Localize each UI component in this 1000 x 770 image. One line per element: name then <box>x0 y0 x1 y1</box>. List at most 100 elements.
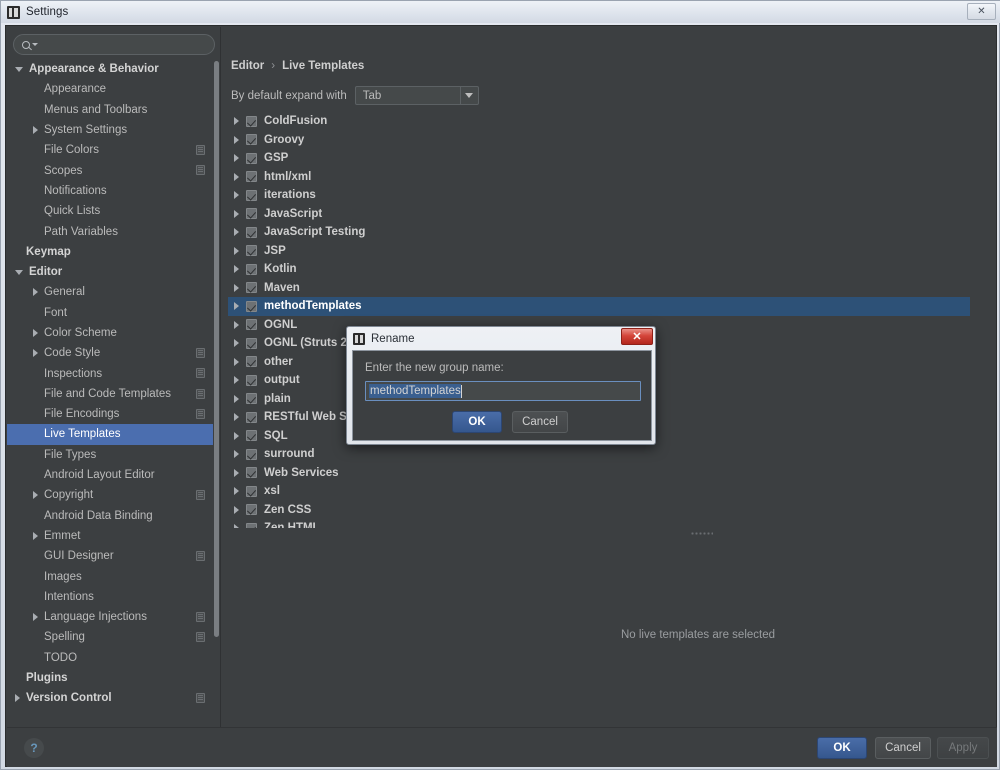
template-group-checkbox[interactable] <box>246 449 257 460</box>
chevron-right-icon[interactable] <box>33 532 38 540</box>
template-group-checkbox[interactable] <box>246 153 257 164</box>
chevron-right-icon[interactable] <box>234 395 239 403</box>
template-group-row[interactable]: xsl <box>228 482 970 501</box>
template-group-row[interactable]: surround <box>228 445 970 464</box>
template-group-checkbox[interactable] <box>246 208 257 219</box>
template-group-row[interactable]: JavaScript <box>228 205 970 224</box>
chevron-right-icon[interactable] <box>234 173 239 181</box>
template-group-row[interactable]: Groovy <box>228 131 970 150</box>
chevron-right-icon[interactable] <box>234 339 239 347</box>
chevron-right-icon[interactable] <box>234 117 239 125</box>
template-group-checkbox[interactable] <box>246 190 257 201</box>
template-group-checkbox[interactable] <box>246 301 257 312</box>
chevron-right-icon[interactable] <box>234 469 239 477</box>
chevron-right-icon[interactable] <box>234 358 239 366</box>
chevron-right-icon[interactable] <box>234 487 239 495</box>
sidebar-item-plugins[interactable]: Plugins <box>7 668 213 688</box>
sidebar-item-quick-lists[interactable]: Quick Lists <box>7 201 213 221</box>
window-close-button[interactable]: ✕ <box>967 3 996 20</box>
template-group-checkbox[interactable] <box>246 430 257 441</box>
template-group-row[interactable]: Zen CSS <box>228 501 970 520</box>
sidebar-scrollbar[interactable] <box>213 61 220 717</box>
template-group-row[interactable]: iterations <box>228 186 970 205</box>
chevron-right-icon[interactable] <box>33 491 38 499</box>
sidebar-item-font[interactable]: Font <box>7 303 213 323</box>
chevron-right-icon[interactable] <box>234 191 239 199</box>
template-group-checkbox[interactable] <box>246 375 257 386</box>
template-group-row[interactable]: JSP <box>228 242 970 261</box>
sidebar-item-spelling[interactable]: Spelling <box>7 627 213 647</box>
panel-splitter[interactable] <box>228 530 1000 536</box>
template-group-checkbox[interactable] <box>246 504 257 515</box>
sidebar-item-keymap[interactable]: Keymap <box>7 242 213 262</box>
chevron-right-icon[interactable] <box>234 247 239 255</box>
help-button[interactable]: ? <box>24 738 44 758</box>
template-group-checkbox[interactable] <box>246 245 257 256</box>
template-group-row[interactable]: methodTemplates <box>228 297 970 316</box>
template-group-row[interactable]: Zen HTML <box>228 519 970 528</box>
chevron-down-icon[interactable] <box>32 43 38 46</box>
sidebar-scrollbar-thumb[interactable] <box>214 61 219 637</box>
search-input[interactable] <box>43 39 206 51</box>
template-group-checkbox[interactable] <box>246 338 257 349</box>
chevron-right-icon[interactable] <box>234 450 239 458</box>
sidebar-item-gui-designer[interactable]: GUI Designer <box>7 546 213 566</box>
template-group-checkbox[interactable] <box>246 171 257 182</box>
chevron-right-icon[interactable] <box>15 694 20 702</box>
sidebar-item-color-scheme[interactable]: Color Scheme <box>7 323 213 343</box>
splitter-grip[interactable] <box>691 532 713 535</box>
chevron-right-icon[interactable] <box>234 413 239 421</box>
rename-dialog-close-button[interactable]: ✕ <box>621 328 653 345</box>
template-group-checkbox[interactable] <box>246 282 257 293</box>
template-group-row[interactable]: ColdFusion <box>228 112 970 131</box>
chevron-right-icon[interactable] <box>234 136 239 144</box>
sidebar-item-system-settings[interactable]: System Settings <box>7 120 213 140</box>
sidebar-item-file-and-code-templates[interactable]: File and Code Templates <box>7 384 213 404</box>
chevron-right-icon[interactable] <box>234 321 239 329</box>
sidebar-item-inspections[interactable]: Inspections <box>7 363 213 383</box>
chevron-right-icon[interactable] <box>234 154 239 162</box>
template-group-checkbox[interactable] <box>246 264 257 275</box>
sidebar-item-file-encodings[interactable]: File Encodings <box>7 404 213 424</box>
sidebar-item-intentions[interactable]: Intentions <box>7 587 213 607</box>
sidebar-item-appearance[interactable]: Appearance <box>7 79 213 99</box>
sidebar-item-scopes[interactable]: Scopes <box>7 160 213 180</box>
rename-cancel-button[interactable]: Cancel <box>512 411 568 433</box>
chevron-right-icon[interactable] <box>234 506 239 514</box>
breadcrumb-parent[interactable]: Editor <box>231 60 264 72</box>
cancel-button[interactable]: Cancel <box>875 737 931 759</box>
chevron-right-icon[interactable] <box>33 288 38 296</box>
chevron-down-icon[interactable] <box>15 67 23 72</box>
sidebar-item-general[interactable]: General <box>7 282 213 302</box>
chevron-right-icon[interactable] <box>234 228 239 236</box>
chevron-down-icon[interactable] <box>460 87 478 104</box>
template-group-checkbox[interactable] <box>246 356 257 367</box>
template-group-row[interactable]: Web Services <box>228 464 970 483</box>
chevron-right-icon[interactable] <box>33 613 38 621</box>
sidebar-item-version-control[interactable]: Version Control <box>7 688 213 708</box>
group-name-input[interactable]: methodTemplates <box>365 381 641 401</box>
sidebar-item-android-layout-editor[interactable]: Android Layout Editor <box>7 465 213 485</box>
rename-ok-button[interactable]: OK <box>452 411 502 433</box>
template-group-row[interactable]: Kotlin <box>228 260 970 279</box>
template-group-checkbox[interactable] <box>246 412 257 423</box>
template-group-list[interactable]: ColdFusionGroovyGSPhtml/xmliterationsJav… <box>228 112 970 528</box>
chevron-right-icon[interactable] <box>234 302 239 310</box>
template-group-row[interactable]: html/xml <box>228 168 970 187</box>
chevron-right-icon[interactable] <box>234 524 239 528</box>
sidebar-item-editor[interactable]: Editor <box>7 262 213 282</box>
template-group-checkbox[interactable] <box>246 393 257 404</box>
sidebar-item-copyright[interactable]: Copyright <box>7 485 213 505</box>
sidebar-item-path-variables[interactable]: Path Variables <box>7 221 213 241</box>
template-group-checkbox[interactable] <box>246 319 257 330</box>
sidebar-item-menus-and-toolbars[interactable]: Menus and Toolbars <box>7 100 213 120</box>
template-group-row[interactable]: GSP <box>228 149 970 168</box>
sidebar-item-todo[interactable]: TODO <box>7 648 213 668</box>
ok-button[interactable]: OK <box>817 737 867 759</box>
chevron-down-icon[interactable] <box>15 270 23 275</box>
chevron-right-icon[interactable] <box>33 329 38 337</box>
chevron-right-icon[interactable] <box>33 349 38 357</box>
template-group-checkbox[interactable] <box>246 523 257 528</box>
search-box[interactable] <box>13 34 215 55</box>
sidebar-item-file-types[interactable]: File Types <box>7 445 213 465</box>
